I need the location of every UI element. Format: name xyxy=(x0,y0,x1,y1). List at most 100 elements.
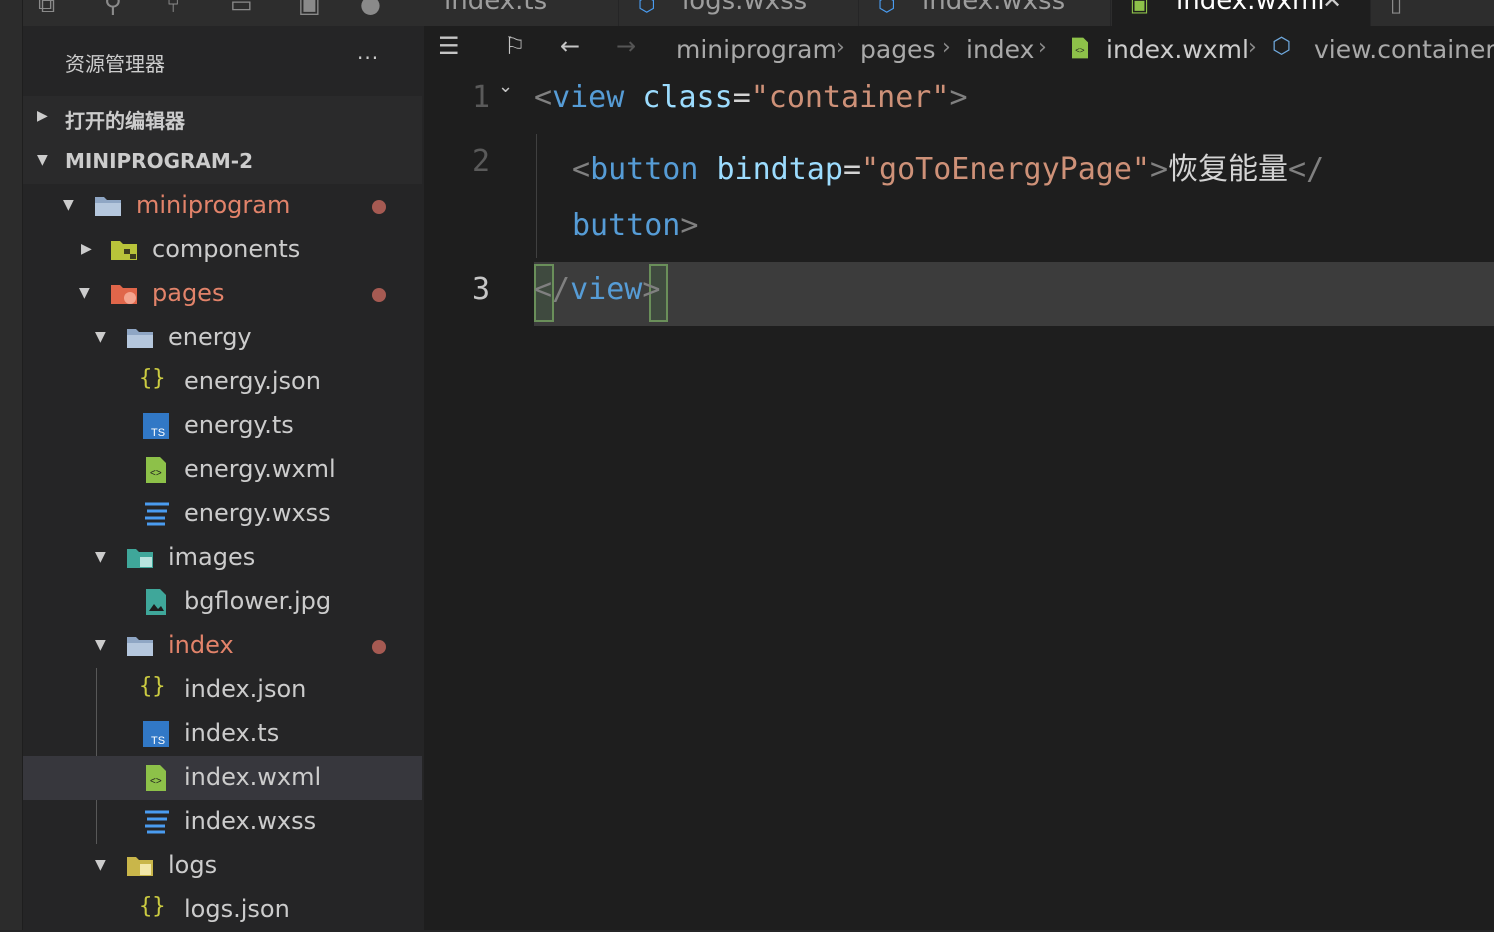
tree-item-label: energy.json xyxy=(184,367,321,395)
code-editor[interactable]: ☰ ⚐ ← → miniprogram › pages › index › < >… xyxy=(424,26,1494,930)
current-line-highlight xyxy=(534,262,1494,326)
modified-dot xyxy=(372,200,386,214)
tree-item-index-json[interactable]: {} index.json xyxy=(23,668,422,712)
tab-label: index.ts xyxy=(444,0,548,16)
element-cube-icon: ⬡ xyxy=(1272,34,1292,59)
code-line-3[interactable]: </view> xyxy=(534,272,660,307)
forward-arrow-icon[interactable]: → xyxy=(616,32,636,60)
tree-item-logs[interactable]: ▼ logs xyxy=(23,844,422,888)
tree-item-energy[interactable]: ▼ energy xyxy=(23,316,422,360)
cloud-icon[interactable]: ● xyxy=(360,0,386,16)
tree-item-energy-ts[interactable]: TS energy.ts xyxy=(23,404,422,448)
tree-item-label: energy xyxy=(168,323,252,351)
folder-open-icon xyxy=(95,197,121,216)
svg-text:<>: <> xyxy=(150,776,162,787)
tree-item-components[interactable]: ▶ components xyxy=(23,228,422,272)
chevron-right-icon: › xyxy=(1038,35,1047,60)
tree-item-label: images xyxy=(168,543,256,571)
tree-item-label: index.wxss xyxy=(184,807,317,835)
code-line-1[interactable]: <view class="container"> xyxy=(534,80,968,115)
code-token: < xyxy=(572,152,591,187)
split-editor-icon[interactable]: ▯ xyxy=(1390,0,1402,17)
bookmark-icon[interactable]: ⚐ xyxy=(504,32,526,60)
tree-item-index[interactable]: ▼ index xyxy=(23,624,422,668)
tab-logs-wxss[interactable]: ⬡ logs.wxss xyxy=(620,0,859,26)
chevron-right-icon: › xyxy=(836,35,845,60)
back-arrow-icon[interactable]: ← xyxy=(560,32,580,60)
tab-index-wxss[interactable]: ⬡ index.wxss xyxy=(860,0,1111,26)
breadcrumb-item[interactable]: index.wxml xyxy=(1106,35,1249,64)
chevron-down-icon: ▼ xyxy=(63,197,74,213)
breadcrumb: ☰ ⚐ ← → miniprogram › pages › index › <>… xyxy=(424,26,1494,72)
code-token: bindtap xyxy=(716,152,843,187)
tree-item-label: components xyxy=(152,235,301,263)
open-editors-section[interactable]: ▶ 打开的编辑器 xyxy=(23,96,422,140)
json-file-icon: {} xyxy=(139,674,166,699)
chevron-down-icon: ▼ xyxy=(95,857,106,873)
json-file-icon: {} xyxy=(139,366,166,391)
copy-icon[interactable]: ⧉ xyxy=(38,0,64,16)
breadcrumb-item[interactable]: miniprogram xyxy=(676,35,837,64)
code-token: > xyxy=(1149,152,1169,187)
tree-item-label: index.ts xyxy=(184,719,280,747)
chevron-right-icon: ▶ xyxy=(81,241,92,257)
tree-item-logs-json[interactable]: {} logs.json xyxy=(23,888,422,932)
tree-item-pages[interactable]: ▼ pages xyxy=(23,272,422,316)
code-token: 恢复能量 xyxy=(1168,152,1289,187)
debug-icon[interactable]: ▭ xyxy=(230,0,256,16)
code-token: </ xyxy=(1288,152,1325,187)
explorer-sidebar: 资源管理器 ··· ▶ 打开的编辑器 ▼ MINIPROGRAM-2 ▼ min… xyxy=(23,26,423,930)
code-token: </ xyxy=(534,272,571,307)
breadcrumb-item[interactable]: pages xyxy=(860,35,935,64)
tree-item-label: logs xyxy=(168,851,218,879)
more-actions-icon[interactable]: ··· xyxy=(357,46,379,70)
code-token: button xyxy=(590,152,699,187)
tree-item-energy-json[interactable]: {} energy.json xyxy=(23,360,422,404)
code-token: view xyxy=(570,272,643,307)
breadcrumb-item[interactable]: view.container xyxy=(1314,35,1494,64)
chevron-right-icon: › xyxy=(1248,35,1257,60)
tree-item-images[interactable]: ▼ images xyxy=(23,536,422,580)
tree-item-energy-wxss[interactable]: energy.wxss xyxy=(23,492,422,536)
line-number: 3 xyxy=(471,272,490,307)
tab-label: logs.wxss xyxy=(682,0,808,16)
search-icon[interactable]: ⚲ xyxy=(104,0,130,16)
tree-item-miniprogram[interactable]: ▼ miniprogram xyxy=(23,184,422,228)
tree-item-label: logs.json xyxy=(184,895,290,923)
tab-index-wxml[interactable]: ▣ index.wxml ✕ xyxy=(1112,0,1371,26)
code-token: button xyxy=(572,208,681,243)
svg-text:<>: <> xyxy=(150,468,162,479)
tab-index-ts[interactable]: index.ts xyxy=(424,0,619,26)
ts-file-icon: TS xyxy=(143,721,169,747)
tree-item-label: bgflower.jpg xyxy=(184,587,332,615)
explorer-title: 资源管理器 xyxy=(65,52,165,76)
chevron-down-icon: ▼ xyxy=(79,285,90,301)
source-control-icon[interactable]: ⑂ xyxy=(166,0,192,16)
close-icon[interactable]: ✕ xyxy=(1322,0,1342,14)
chevron-down-icon: ▼ xyxy=(37,152,48,168)
breadcrumb-item[interactable]: index xyxy=(966,35,1034,64)
components-folder-icon xyxy=(111,241,137,260)
ts-file-icon: TS xyxy=(143,413,169,439)
tree-item-index-wxss[interactable]: index.wxss xyxy=(23,800,422,844)
wxml-file-icon: <> xyxy=(146,457,166,483)
code-token: < xyxy=(534,80,553,115)
project-section[interactable]: ▼ MINIPROGRAM-2 xyxy=(23,140,422,184)
chevron-down-icon: ▼ xyxy=(95,329,106,345)
code-token: > xyxy=(642,272,661,307)
tree-item-index-wxml[interactable]: <> index.wxml xyxy=(23,756,422,800)
tree-item-index-ts[interactable]: TS index.ts xyxy=(23,712,422,756)
extensions-icon[interactable]: ▣ xyxy=(298,0,324,16)
tab-label: index.wxss xyxy=(922,0,1066,16)
code-line-2-wrap[interactable]: button> xyxy=(572,208,698,243)
tree-item-label: pages xyxy=(152,279,225,307)
code-line-2[interactable]: <button bindtap="goToEnergyPage">恢复能量</ xyxy=(572,144,1324,188)
css-file-icon: ⬡ xyxy=(638,0,656,16)
fold-chevron-down-icon[interactable]: ⌄ xyxy=(498,76,513,97)
tree-item-bgflower-jpg[interactable]: bgflower.jpg xyxy=(23,580,422,624)
tree-item-label: index.json xyxy=(184,675,307,703)
tree-item-energy-wxml[interactable]: <> energy.wxml xyxy=(23,448,422,492)
list-icon[interactable]: ☰ xyxy=(438,32,460,60)
json-file-icon: {} xyxy=(139,894,166,919)
editor-tabs: index.ts ⬡ logs.wxss ⬡ index.wxss ▣ inde… xyxy=(424,0,1494,26)
